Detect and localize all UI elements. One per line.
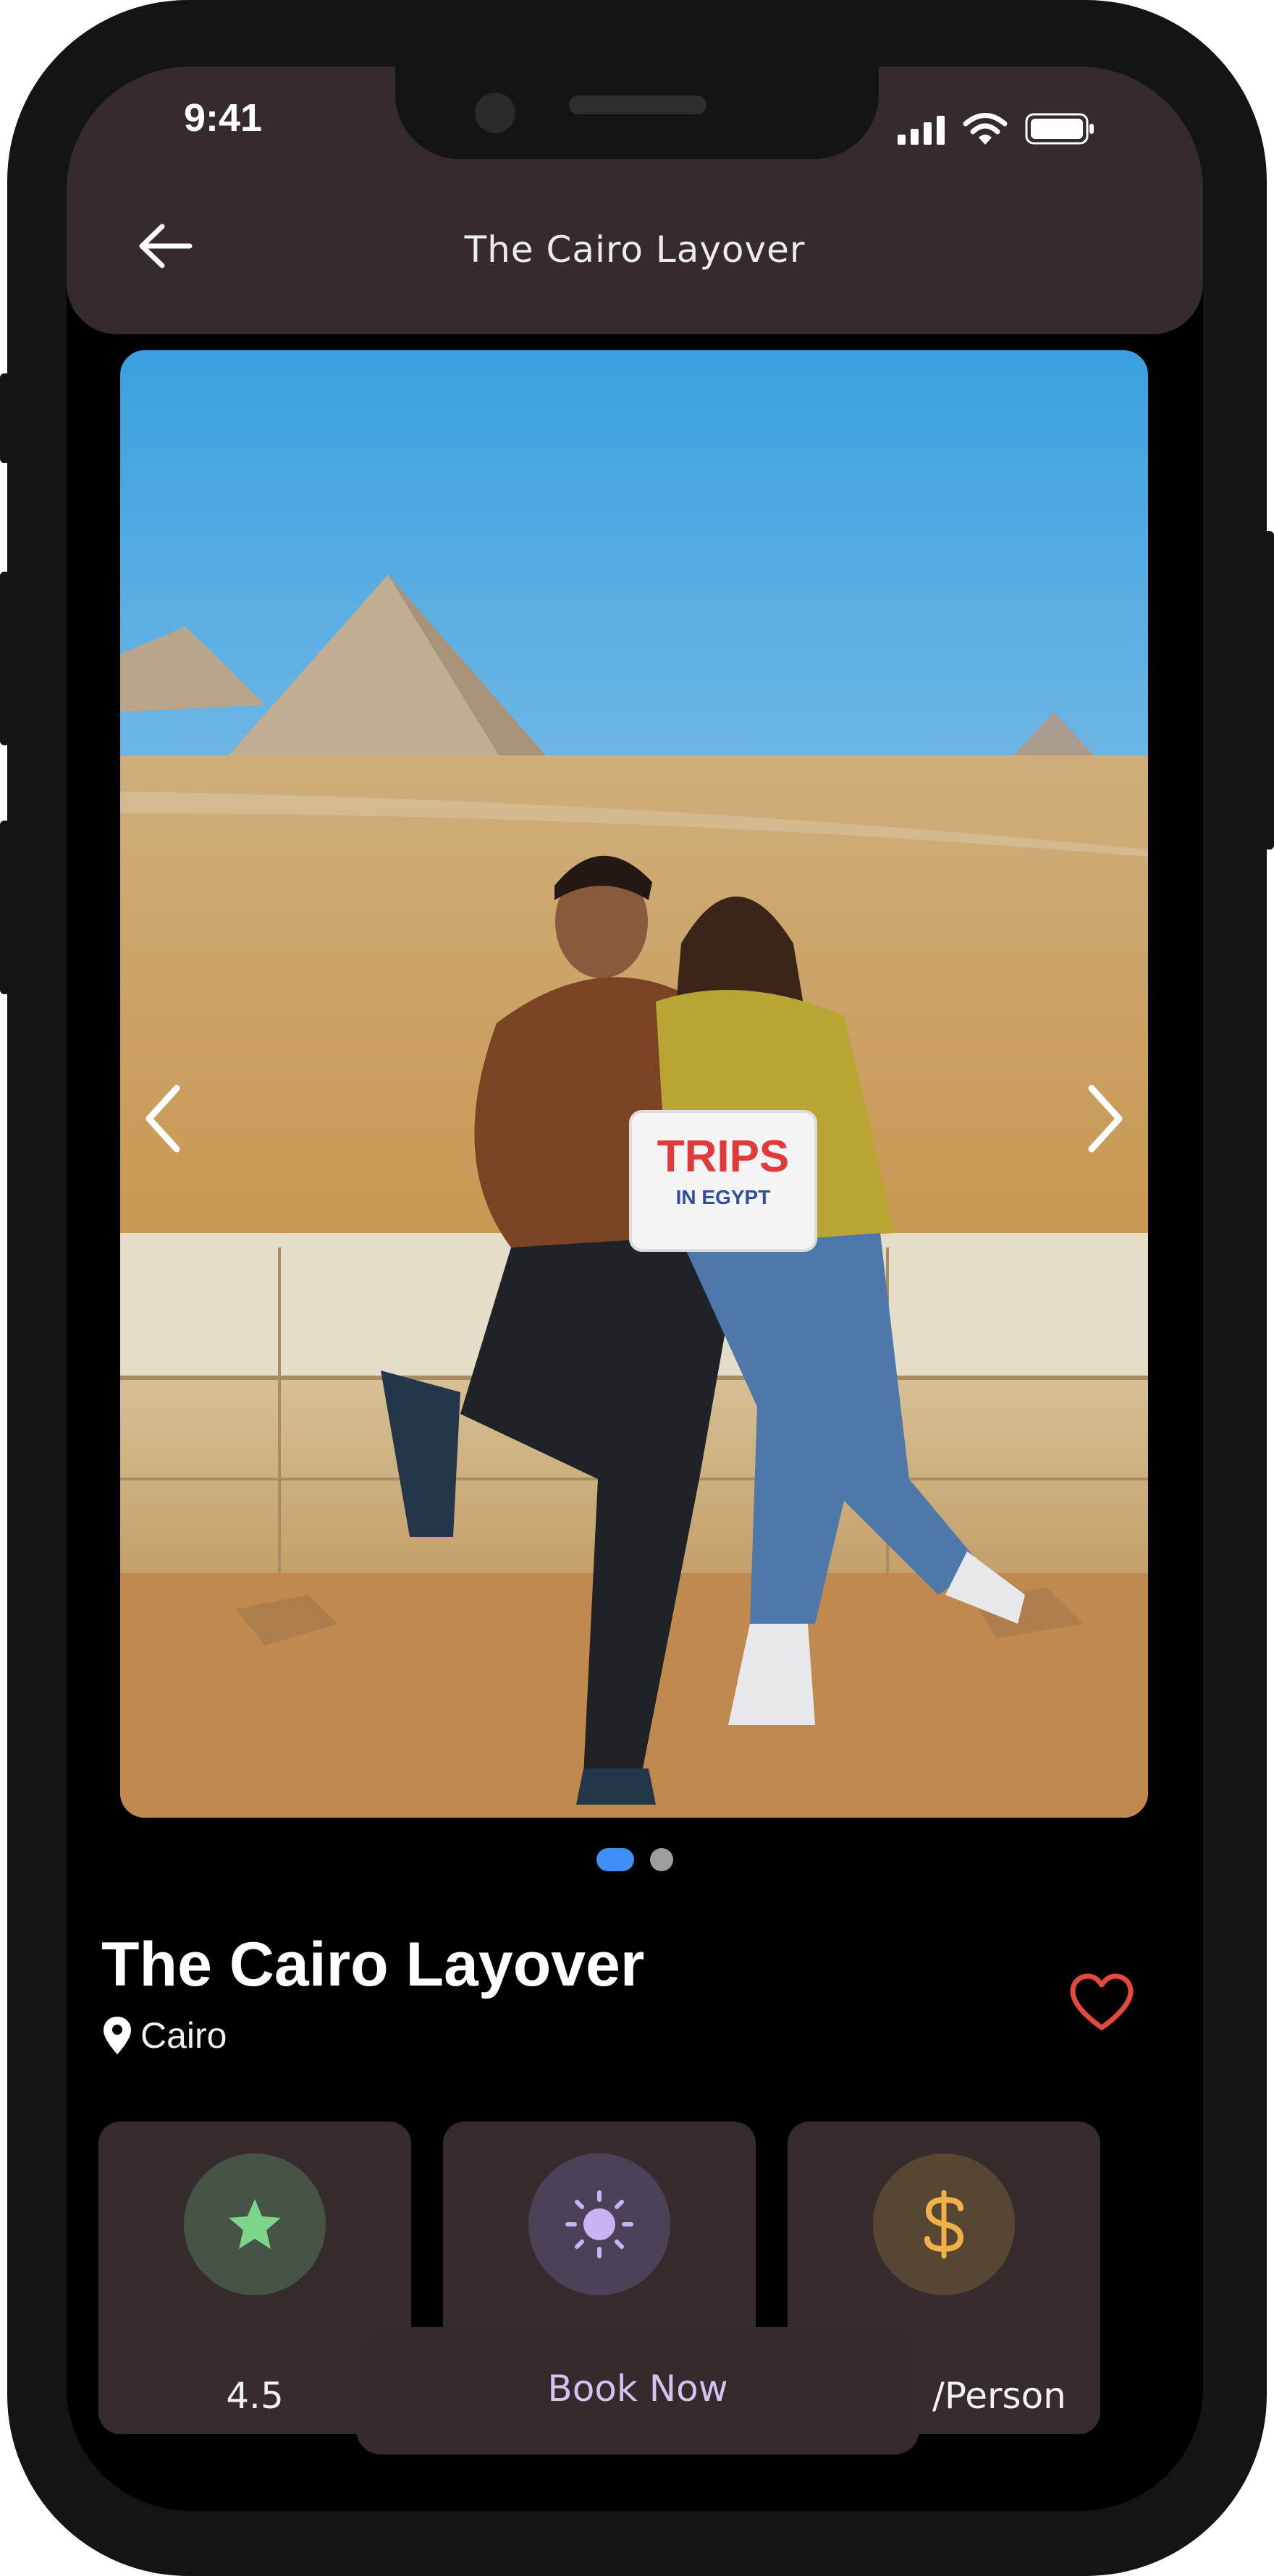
tour-photo: TRIPS IN EGYPT	[120, 350, 1148, 1818]
heart-outline-icon	[1070, 1973, 1134, 2030]
star-icon	[229, 2199, 281, 2249]
status-time: 9:41	[184, 96, 263, 140]
previous-image-button[interactable]	[120, 1075, 207, 1162]
location-text: Cairo	[140, 2015, 227, 2056]
page-dot-active[interactable]	[596, 1848, 634, 1871]
svg-text:IN EGYPT: IN EGYPT	[676, 1186, 771, 1208]
sun-icon	[565, 2190, 633, 2258]
book-now-label: Book Now	[547, 2368, 728, 2410]
image-carousel[interactable]: TRIPS IN EGYPT	[120, 350, 1148, 1818]
map-pin-icon	[104, 2017, 131, 2054]
status-icons	[898, 113, 1094, 145]
dollar-icon	[924, 2190, 964, 2259]
wifi-icon	[963, 113, 1008, 145]
app-bar-title: The Cairo Layover	[464, 229, 806, 271]
tour-sign: TRIPS IN EGYPT	[629, 1110, 817, 1252]
signal-icon	[898, 116, 945, 145]
battery-icon	[1025, 113, 1094, 145]
price-icon-circle	[873, 2153, 1015, 2295]
earpiece-speaker	[569, 96, 706, 114]
tour-title: The Cairo Layover	[101, 1930, 645, 1999]
front-camera	[475, 93, 515, 133]
page-dot[interactable]	[650, 1848, 673, 1871]
favorite-button[interactable]	[1058, 1962, 1145, 2042]
location-row: Cairo	[101, 2014, 227, 2056]
app-screen: 9:41 The Cairo Layover TRIPS IN EGYPT Th…	[67, 67, 1203, 2511]
notch	[395, 67, 879, 159]
carousel-page-indicator	[67, 1848, 1203, 1871]
price-value: /Person	[932, 2375, 1066, 2417]
next-image-button[interactable]	[1061, 1075, 1148, 1162]
app-bar: The Cairo Layover	[67, 159, 1203, 334]
book-now-button[interactable]: Book Now	[356, 2327, 919, 2454]
rating-icon-circle	[184, 2153, 326, 2295]
chevron-left-icon	[145, 1085, 180, 1153]
svg-text:TRIPS: TRIPS	[657, 1132, 790, 1182]
weather-icon-circle	[528, 2153, 670, 2295]
chevron-right-icon	[1088, 1085, 1123, 1153]
